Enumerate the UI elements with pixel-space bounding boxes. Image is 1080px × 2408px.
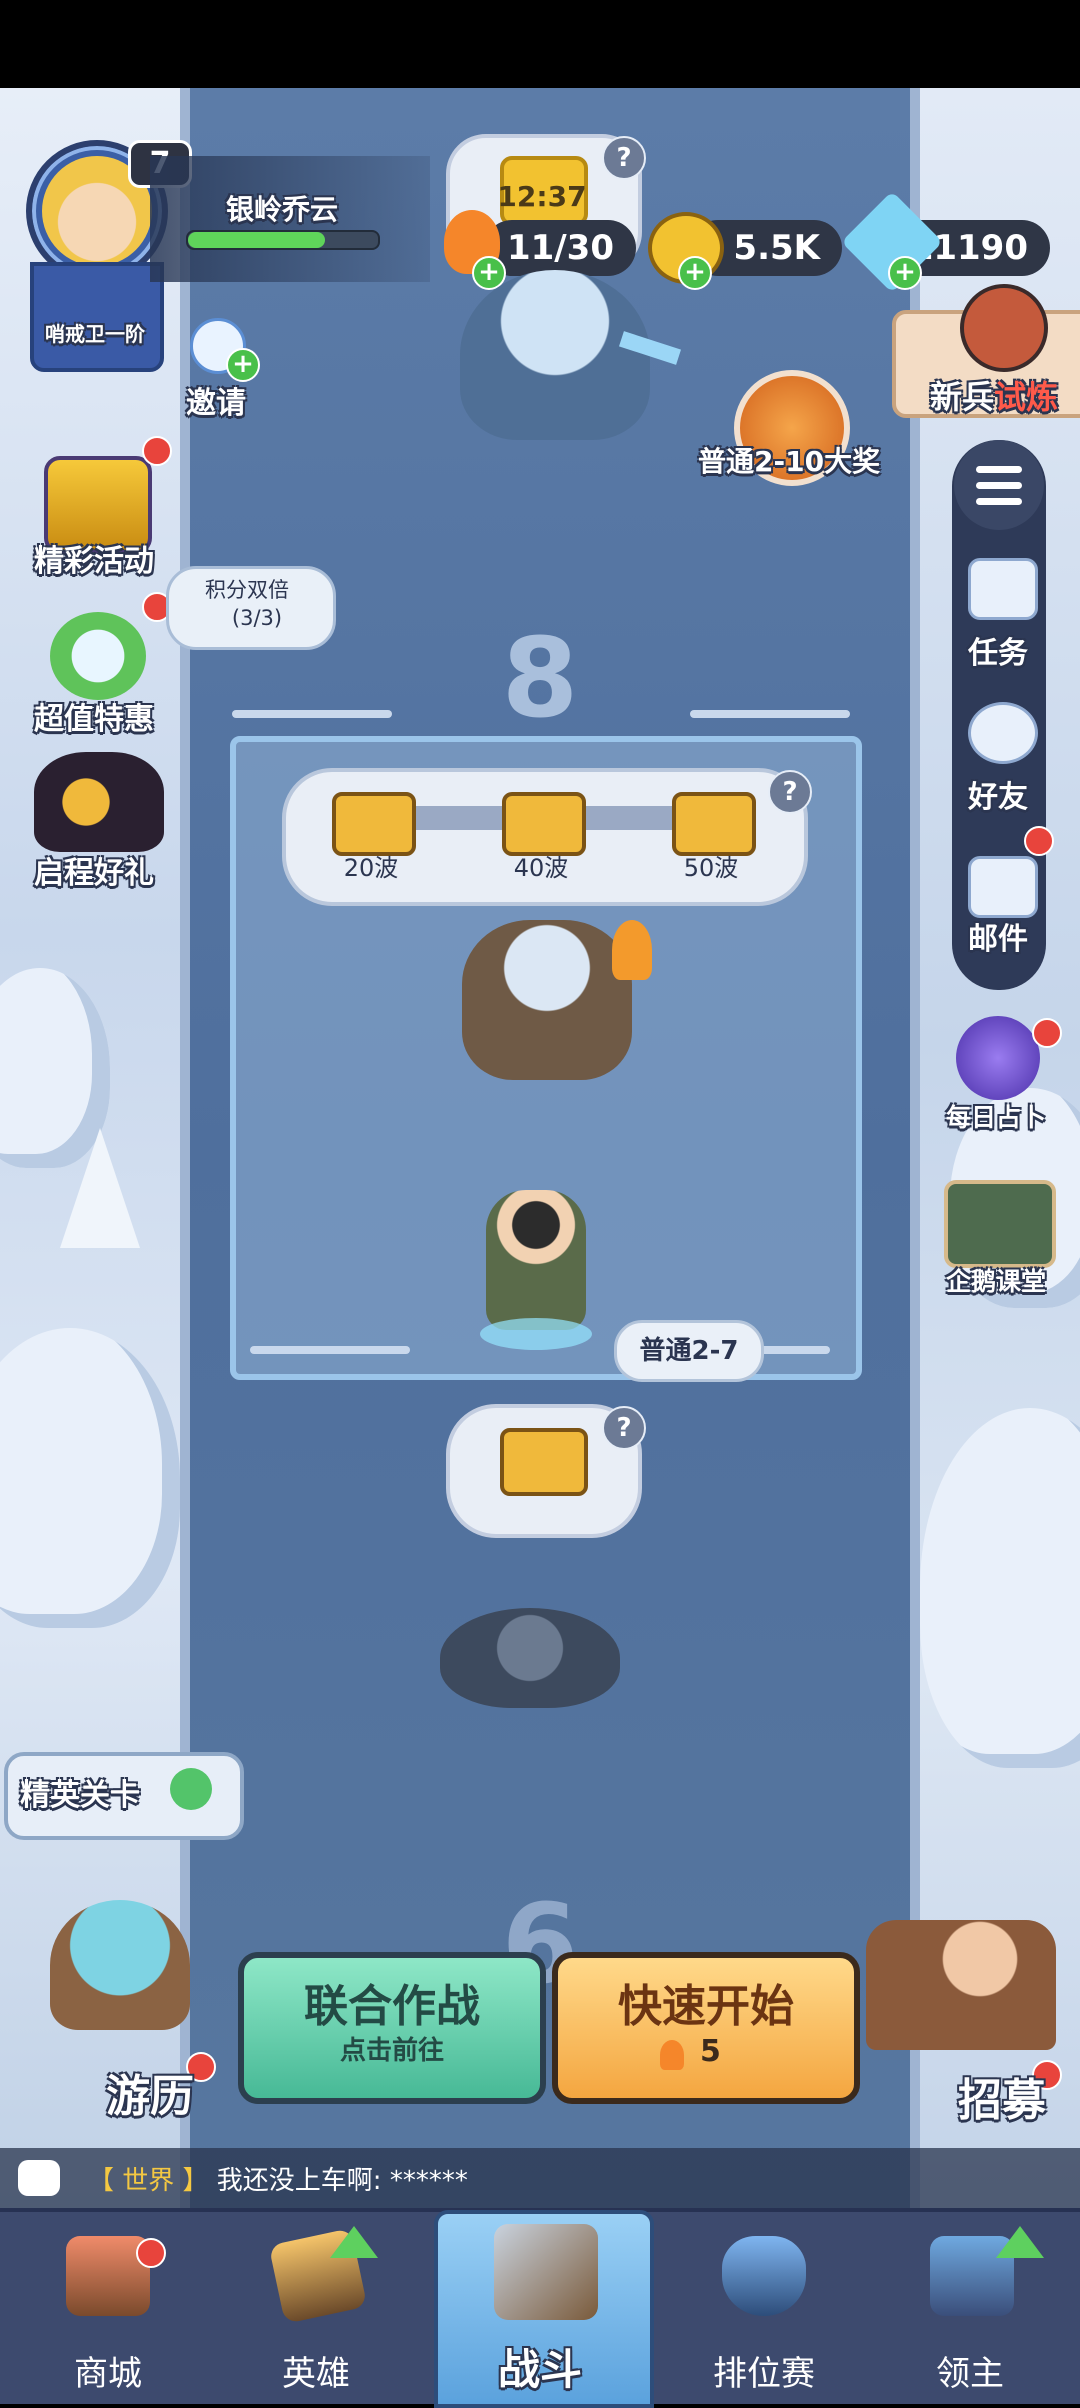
- help-icon[interactable]: ?: [602, 136, 646, 180]
- treasure-chest-icon[interactable]: [672, 792, 756, 856]
- recruit-hero-icon[interactable]: [866, 1920, 1056, 2050]
- prize-label[interactable]: 普通2-10大奖: [698, 440, 880, 480]
- chat-channel: 【 世界 】: [88, 2166, 209, 2196]
- nav-label-shop: 商城: [74, 2354, 142, 2394]
- wave-divider: [250, 1346, 410, 1354]
- flame-icon: [660, 2040, 684, 2070]
- stage-tag[interactable]: 普通2-7: [614, 1320, 764, 1382]
- hero-glow: [480, 1318, 592, 1350]
- friends-label[interactable]: 好友: [948, 772, 1048, 816]
- notification-dot: [1024, 826, 1054, 856]
- task-clipboard-icon[interactable]: [968, 558, 1038, 620]
- deals-label[interactable]: 超值特惠: [4, 694, 184, 738]
- menu-icon-bar: [976, 498, 1022, 505]
- elite-stages-label[interactable]: 精英关卡: [20, 1770, 140, 1814]
- refresh-icon: [170, 1768, 212, 1810]
- timer-text: 12:37: [497, 180, 587, 213]
- chest-wave-label: 20波: [343, 854, 399, 882]
- tasks-label[interactable]: 任务: [948, 628, 1048, 672]
- xp-bar-fill: [188, 232, 325, 248]
- help-icon[interactable]: ?: [602, 1406, 646, 1450]
- quick-start-title: 快速开始: [618, 1981, 794, 2032]
- notification-dot: [142, 436, 172, 466]
- nav-label-heroes: 英雄: [282, 2354, 350, 2394]
- travel-label[interactable]: 游历: [106, 2060, 194, 2124]
- upgrade-arrow-icon: [996, 2226, 1044, 2258]
- gem-plus-icon[interactable]: +: [888, 256, 922, 290]
- events-label[interactable]: 精彩活动: [4, 536, 184, 580]
- gold-plus-icon[interactable]: +: [678, 256, 712, 290]
- treasure-chest-icon[interactable]: [332, 792, 416, 856]
- chat-message-text: 我还没上车啊: ******: [216, 2166, 468, 2196]
- chest-wave-label: 40波: [513, 854, 569, 882]
- deals-clock-icon[interactable]: [50, 612, 146, 700]
- pine-tree: [60, 1128, 140, 1248]
- wave-number-upper: 8: [501, 614, 579, 742]
- energy-counter: 11/30: [484, 220, 636, 276]
- invite-label[interactable]: 邀请: [186, 378, 246, 422]
- raven-enemy: [440, 1608, 620, 1708]
- nav-label-battle: 战斗: [497, 2345, 582, 2394]
- status-bar: [0, 0, 1080, 88]
- trial-label[interactable]: 新兵试炼: [930, 372, 1058, 418]
- help-icon[interactable]: ?: [768, 770, 812, 814]
- penguin-class-label[interactable]: 企鹅课堂: [926, 1262, 1066, 1298]
- player-name: 银岭乔云: [226, 193, 339, 226]
- coop-battle-subtitle: 点击前往: [339, 2036, 444, 2066]
- bandit-enemy: [462, 920, 632, 1080]
- menu-icon-bar: [976, 466, 1022, 473]
- torch-icon: [612, 920, 652, 980]
- plus-icon: +: [226, 348, 260, 382]
- hero-character: [486, 1190, 586, 1330]
- crystal-ball-icon[interactable]: [956, 1016, 1040, 1100]
- double-points-count: (3/3): [231, 606, 283, 630]
- nav-label-lord: 领主: [936, 2354, 1004, 2394]
- upgrade-arrow-icon: [330, 2226, 378, 2258]
- daily-fortune-label[interactable]: 每日占卜: [926, 1098, 1066, 1134]
- menu-icon-bar: [976, 482, 1022, 489]
- mail-icon[interactable]: [968, 856, 1038, 918]
- quick-start-cost: 5: [700, 2034, 721, 2069]
- wave-divider: [760, 1346, 830, 1354]
- treasure-chest-icon: [500, 1428, 588, 1496]
- mail-label[interactable]: 邮件: [948, 914, 1048, 958]
- chat-message[interactable]: 【 世界 】 我还没上车啊: ******: [88, 2160, 468, 2197]
- treasure-chest-icon[interactable]: [502, 792, 586, 856]
- trial-hero-icon: [960, 284, 1048, 372]
- chest-wave-label: 50波: [683, 854, 739, 882]
- yeti-boss: [460, 270, 650, 440]
- notification-dot: [1032, 1018, 1062, 1048]
- crossed-weapons-icon: [494, 2224, 598, 2320]
- penguin-class-icon[interactable]: [944, 1180, 1056, 1268]
- wave-divider: [232, 710, 392, 718]
- rank-label: 哨戒卫一阶: [45, 322, 145, 346]
- chat-bubble-icon[interactable]: [18, 2160, 60, 2196]
- wave-divider: [690, 710, 850, 718]
- nav-label-ranked: 排位赛: [713, 2354, 815, 2394]
- journey-gift-label[interactable]: 启程好礼: [4, 848, 184, 892]
- recruit-label[interactable]: 招募: [958, 2064, 1046, 2128]
- friends-icon[interactable]: [968, 702, 1038, 764]
- ranked-shield-icon: [722, 2236, 806, 2316]
- rank-banner[interactable]: [30, 262, 164, 372]
- travel-balloon-icon[interactable]: [50, 1900, 190, 2030]
- dragon-gift-icon[interactable]: [34, 752, 164, 852]
- double-points-title: 积分双倍: [205, 578, 289, 602]
- notification-dot: [136, 2238, 166, 2268]
- coop-battle-title: 联合作战: [304, 1981, 480, 2032]
